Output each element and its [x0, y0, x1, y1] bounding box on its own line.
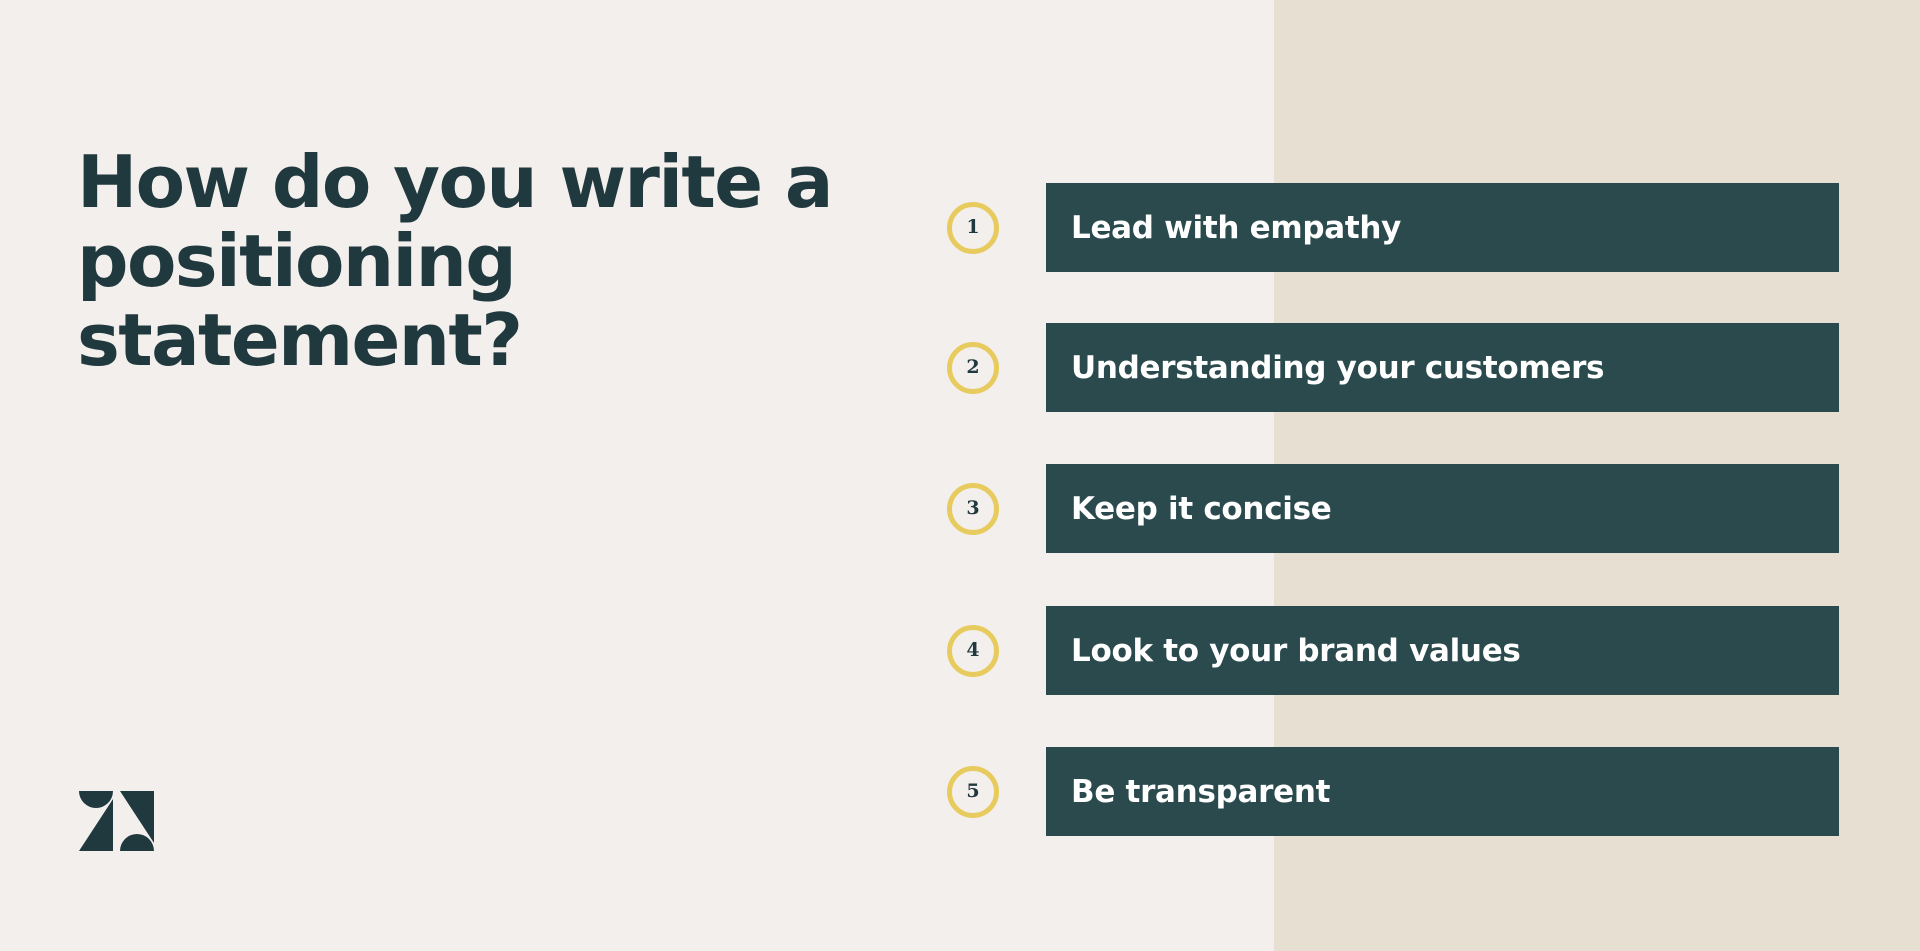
list-item[interactable]: 4 Look to your brand values: [947, 606, 1839, 695]
step-label: Understanding your customers: [1071, 349, 1605, 386]
step-label: Be transparent: [1071, 773, 1331, 810]
step-label: Look to your brand values: [1071, 632, 1521, 669]
step-label: Keep it concise: [1071, 490, 1332, 527]
left-column: How do you write a positioning statement…: [77, 0, 907, 951]
step-bar[interactable]: Be transparent: [1046, 747, 1839, 836]
infographic-slide: How do you write a positioning statement…: [0, 0, 1920, 951]
list-item[interactable]: 2 Understanding your customers: [947, 323, 1839, 412]
step-number-badge: 1: [947, 201, 999, 254]
step-number-badge: 5: [947, 765, 999, 818]
list-item[interactable]: 1 Lead with empathy: [947, 183, 1839, 272]
list-item[interactable]: 3 Keep it concise: [947, 464, 1839, 553]
zendesk-logo: [77, 790, 156, 852]
page-title: How do you write a positioning statement…: [77, 140, 834, 382]
step-bar[interactable]: Lead with empathy: [1046, 183, 1839, 272]
list-item[interactable]: 5 Be transparent: [947, 747, 1839, 836]
steps-list: 1 Lead with empathy 2 Understanding your…: [947, 0, 1839, 951]
step-number-badge: 3: [947, 482, 999, 535]
step-number-badge: 2: [947, 341, 999, 394]
step-bar[interactable]: Look to your brand values: [1046, 606, 1839, 695]
step-bar[interactable]: Keep it concise: [1046, 464, 1839, 553]
step-number-badge: 4: [947, 624, 999, 677]
step-label: Lead with empathy: [1071, 209, 1402, 246]
step-bar[interactable]: Understanding your customers: [1046, 323, 1839, 412]
